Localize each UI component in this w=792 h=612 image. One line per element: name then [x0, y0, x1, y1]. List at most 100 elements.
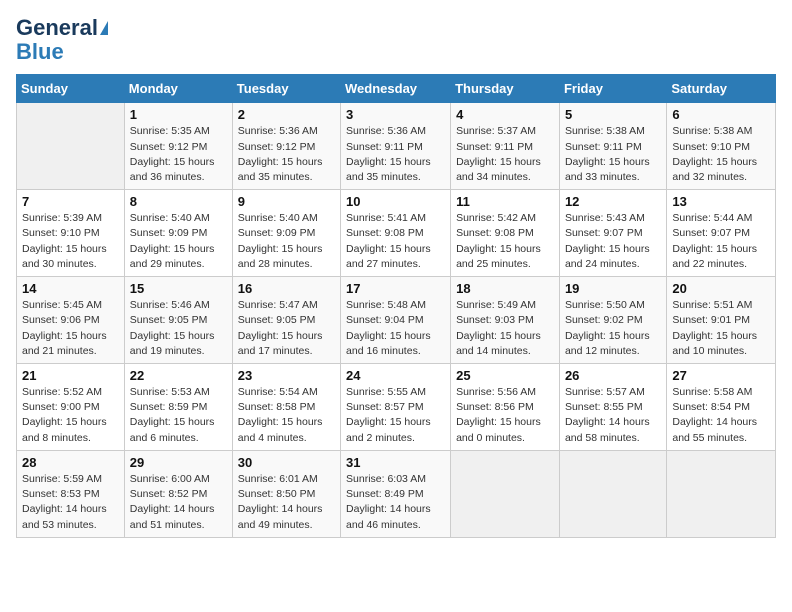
day-info: Sunrise: 5:56 AMSunset: 8:56 PMDaylight:… — [456, 385, 554, 446]
day-info: Sunrise: 6:03 AMSunset: 8:49 PMDaylight:… — [346, 472, 445, 533]
calendar-cell: 20Sunrise: 5:51 AMSunset: 9:01 PMDayligh… — [667, 277, 776, 364]
calendar-week-row: 14 Sunrise: 5:45 AMSunset: 9:06 PMDayligh… — [17, 277, 776, 364]
day-number: 1 — [130, 107, 227, 122]
day-number: 28 — [22, 455, 119, 470]
day-number: 15 — [130, 281, 227, 296]
calendar-cell: 18Sunrise: 5:49 AMSunset: 9:03 PMDayligh… — [451, 277, 560, 364]
day-number: 16 — [238, 281, 335, 296]
day-info: Sunrise: 5:50 AMSunset: 9:02 PMDaylight:… — [565, 298, 661, 359]
day-info: Sunrise: 6:00 AMSunset: 8:52 PMDaylight:… — [130, 472, 227, 533]
day-number: 23 — [238, 368, 335, 383]
day-info: Sunrise: 5:54 AMSunset: 8:58 PMDaylight:… — [238, 385, 335, 446]
calendar-cell — [559, 450, 666, 537]
day-number: 3 — [346, 107, 445, 122]
weekday-header-row: SundayMondayTuesdayWednesdayThursdayFrid… — [17, 75, 776, 103]
day-number: 13 — [672, 194, 770, 209]
day-number: 21 — [22, 368, 119, 383]
day-info: Sunrise: 5:40 AMSunset: 9:09 PMDaylight:… — [238, 211, 335, 272]
calendar-cell: 2 Sunrise: 5:36 AMSunset: 9:12 PMDaylight… — [232, 103, 340, 190]
day-info: Sunrise: 5:52 AMSunset: 9:00 PMDaylight:… — [22, 385, 119, 446]
day-info: Sunrise: 5:41 AMSunset: 9:08 PMDaylight:… — [346, 211, 445, 272]
day-info: Sunrise: 5:59 AMSunset: 8:53 PMDaylight:… — [22, 472, 119, 533]
day-info: Sunrise: 5:55 AMSunset: 8:57 PMDaylight:… — [346, 385, 445, 446]
day-info: Sunrise: 5:58 AMSunset: 8:54 PMDaylight:… — [672, 385, 770, 446]
day-info: Sunrise: 5:38 AMSunset: 9:11 PMDaylight:… — [565, 124, 661, 185]
day-number: 10 — [346, 194, 445, 209]
day-number: 22 — [130, 368, 227, 383]
day-info: Sunrise: 5:49 AMSunset: 9:03 PMDaylight:… — [456, 298, 554, 359]
calendar-cell: 10 Sunrise: 5:41 AMSunset: 9:08 PMDayligh… — [341, 190, 451, 277]
day-number: 25 — [456, 368, 554, 383]
calendar-cell: 8Sunrise: 5:40 AMSunset: 9:09 PMDaylight… — [124, 190, 232, 277]
logo-blue: Blue — [16, 40, 64, 64]
weekday-header-cell: Thursday — [451, 75, 560, 103]
page-header: General Blue — [16, 16, 776, 64]
day-info: Sunrise: 5:51 AMSunset: 9:01 PMDaylight:… — [672, 298, 770, 359]
day-number: 30 — [238, 455, 335, 470]
weekday-header-cell: Saturday — [667, 75, 776, 103]
calendar-cell: 24Sunrise: 5:55 AMSunset: 8:57 PMDayligh… — [341, 364, 451, 451]
day-info: Sunrise: 5:46 AMSunset: 9:05 PMDaylight:… — [130, 298, 227, 359]
calendar-cell: 28 Sunrise: 5:59 AMSunset: 8:53 PMDayligh… — [17, 450, 125, 537]
calendar-cell: 31 Sunrise: 6:03 AMSunset: 8:49 PMDayligh… — [341, 450, 451, 537]
day-info: Sunrise: 5:48 AMSunset: 9:04 PMDaylight:… — [346, 298, 445, 359]
calendar-cell: 3 Sunrise: 5:36 AMSunset: 9:11 PMDaylight… — [341, 103, 451, 190]
day-info: Sunrise: 5:44 AMSunset: 9:07 PMDaylight:… — [672, 211, 770, 272]
calendar-cell: 11Sunrise: 5:42 AMSunset: 9:08 PMDayligh… — [451, 190, 560, 277]
day-info: Sunrise: 5:47 AMSunset: 9:05 PMDaylight:… — [238, 298, 335, 359]
calendar-cell — [17, 103, 125, 190]
calendar-cell: 19Sunrise: 5:50 AMSunset: 9:02 PMDayligh… — [559, 277, 666, 364]
day-number: 17 — [346, 281, 445, 296]
day-number: 14 — [22, 281, 119, 296]
calendar-week-row: 1Sunrise: 5:35 AMSunset: 9:12 PMDaylight… — [17, 103, 776, 190]
calendar-cell: 21 Sunrise: 5:52 AMSunset: 9:00 PMDayligh… — [17, 364, 125, 451]
day-number: 8 — [130, 194, 227, 209]
logo-triangle-icon — [100, 21, 108, 35]
weekday-header-cell: Sunday — [17, 75, 125, 103]
day-info: Sunrise: 5:45 AMSunset: 9:06 PMDaylight:… — [22, 298, 119, 359]
calendar-cell: 13 Sunrise: 5:44 AMSunset: 9:07 PMDayligh… — [667, 190, 776, 277]
day-number: 2 — [238, 107, 335, 122]
day-number: 11 — [456, 194, 554, 209]
day-info: Sunrise: 5:36 AMSunset: 9:11 PMDaylight:… — [346, 124, 445, 185]
calendar-cell — [667, 450, 776, 537]
day-info: Sunrise: 5:53 AMSunset: 8:59 PMDaylight:… — [130, 385, 227, 446]
day-info: Sunrise: 5:36 AMSunset: 9:12 PMDaylight:… — [238, 124, 335, 185]
calendar-week-row: 21 Sunrise: 5:52 AMSunset: 9:00 PMDayligh… — [17, 364, 776, 451]
logo-general: General — [16, 16, 98, 40]
logo: General Blue — [16, 16, 108, 64]
day-number: 7 — [22, 194, 119, 209]
weekday-header-cell: Monday — [124, 75, 232, 103]
calendar-cell: 9 Sunrise: 5:40 AMSunset: 9:09 PMDaylight… — [232, 190, 340, 277]
calendar-cell: 12Sunrise: 5:43 AMSunset: 9:07 PMDayligh… — [559, 190, 666, 277]
calendar-cell: 29Sunrise: 6:00 AMSunset: 8:52 PMDayligh… — [124, 450, 232, 537]
calendar-cell: 27 Sunrise: 5:58 AMSunset: 8:54 PMDayligh… — [667, 364, 776, 451]
calendar-cell: 1Sunrise: 5:35 AMSunset: 9:12 PMDaylight… — [124, 103, 232, 190]
calendar-cell: 26Sunrise: 5:57 AMSunset: 8:55 PMDayligh… — [559, 364, 666, 451]
day-number: 5 — [565, 107, 661, 122]
calendar-cell: 22 Sunrise: 5:53 AMSunset: 8:59 PMDayligh… — [124, 364, 232, 451]
calendar-cell: 16 Sunrise: 5:47 AMSunset: 9:05 PMDayligh… — [232, 277, 340, 364]
day-info: Sunrise: 5:38 AMSunset: 9:10 PMDaylight:… — [672, 124, 770, 185]
day-number: 12 — [565, 194, 661, 209]
weekday-header-cell: Tuesday — [232, 75, 340, 103]
calendar-table: SundayMondayTuesdayWednesdayThursdayFrid… — [16, 74, 776, 537]
day-number: 6 — [672, 107, 770, 122]
calendar-cell: 5 Sunrise: 5:38 AMSunset: 9:11 PMDaylight… — [559, 103, 666, 190]
day-number: 27 — [672, 368, 770, 383]
calendar-cell: 6 Sunrise: 5:38 AMSunset: 9:10 PMDaylight… — [667, 103, 776, 190]
day-info: Sunrise: 5:39 AMSunset: 9:10 PMDaylight:… — [22, 211, 119, 272]
calendar-cell: 17 Sunrise: 5:48 AMSunset: 9:04 PMDayligh… — [341, 277, 451, 364]
calendar-cell: 25 Sunrise: 5:56 AMSunset: 8:56 PMDayligh… — [451, 364, 560, 451]
weekday-header-cell: Wednesday — [341, 75, 451, 103]
calendar-week-row: 28 Sunrise: 5:59 AMSunset: 8:53 PMDayligh… — [17, 450, 776, 537]
calendar-cell: 15 Sunrise: 5:46 AMSunset: 9:05 PMDayligh… — [124, 277, 232, 364]
day-info: Sunrise: 5:37 AMSunset: 9:11 PMDaylight:… — [456, 124, 554, 185]
calendar-body: 1Sunrise: 5:35 AMSunset: 9:12 PMDaylight… — [17, 103, 776, 537]
calendar-cell: 30Sunrise: 6:01 AMSunset: 8:50 PMDayligh… — [232, 450, 340, 537]
calendar-week-row: 7 Sunrise: 5:39 AMSunset: 9:10 PMDaylight… — [17, 190, 776, 277]
day-number: 9 — [238, 194, 335, 209]
calendar-cell — [451, 450, 560, 537]
calendar-cell: 7 Sunrise: 5:39 AMSunset: 9:10 PMDaylight… — [17, 190, 125, 277]
day-number: 31 — [346, 455, 445, 470]
